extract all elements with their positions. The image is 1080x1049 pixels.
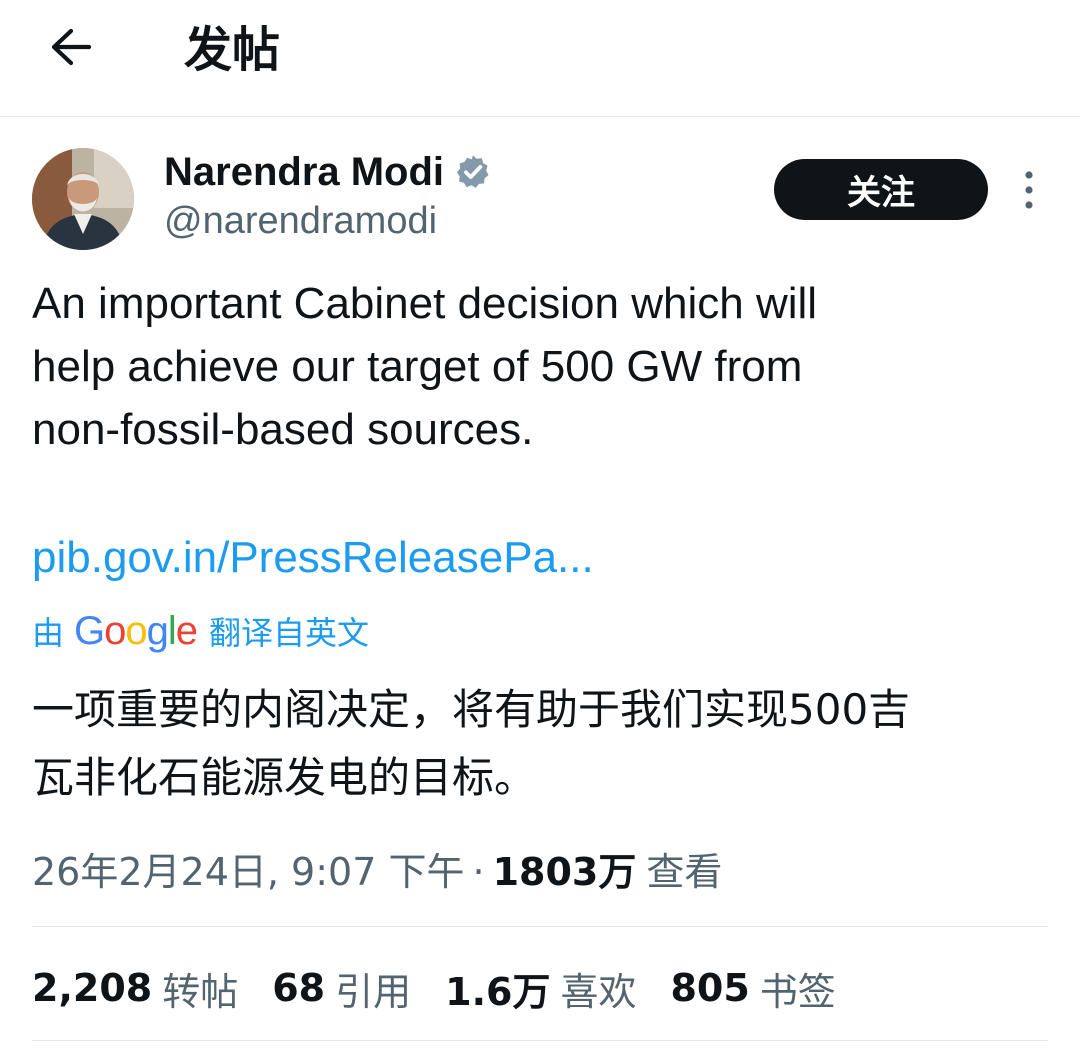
reposts-label: 转帖 (162, 969, 239, 1014)
likes-stat[interactable]: 1.6万 喜欢 (445, 961, 636, 1016)
avatar-image (32, 148, 134, 250)
post-text-line: help achieve our target of 500 GW from (32, 342, 803, 391)
post-timestamp[interactable]: 26年2月24日, 9:07 下午 (32, 846, 464, 898)
bookmarks-label: 书签 (759, 969, 836, 1014)
post-meta: 26年2月24日, 9:07 下午 · 1803万 查看 (32, 846, 722, 898)
top-bar: 发帖 (0, 0, 1080, 117)
reposts-count: 2,208 (32, 966, 153, 1010)
bookmarks-count: 805 (670, 966, 750, 1010)
views-count: 1803万 (492, 850, 637, 894)
avatar[interactable] (32, 148, 134, 250)
divider (32, 1040, 1048, 1041)
translation-prefix: 由 (32, 614, 65, 652)
views-label: 查看 (646, 850, 723, 894)
post-text: An important Cabinet decision which will… (32, 272, 1042, 461)
post-text-line: An important Cabinet decision which will (32, 279, 818, 328)
post-detail-page: 发帖 Narendra Modi @narendramodi 关注 An imp… (0, 0, 1080, 1049)
engagement-stats: 2,208 转帖 68 引用 1.6万 喜欢 805 书签 (32, 962, 870, 1014)
quotes-stat[interactable]: 68 引用 (272, 961, 411, 1016)
author-handle[interactable]: @narendramodi (164, 199, 437, 243)
author-name[interactable]: Narendra Modi (164, 150, 492, 194)
page-title: 发帖 (184, 22, 281, 78)
back-button[interactable] (38, 14, 104, 80)
likes-count: 1.6万 (445, 969, 551, 1014)
translated-text: 一项重要的内阁决定，将有助于我们实现500吉 瓦非化石能源发电的目标。 (32, 676, 1052, 812)
translation-suffix: 翻译自英文 (209, 614, 370, 652)
meta-separator: · (472, 850, 485, 894)
quotes-count: 68 (272, 966, 326, 1010)
translated-text-line: 瓦非化石能源发电的目标。 (32, 753, 537, 802)
post-link[interactable]: pib.gov.in/PressReleasePa... (32, 526, 594, 589)
arrow-left-icon (51, 28, 92, 66)
more-vertical-icon (1025, 171, 1033, 209)
quotes-label: 引用 (335, 969, 412, 1014)
translated-text-line: 一项重要的内阁决定，将有助于我们实现500吉 (32, 685, 911, 734)
likes-label: 喜欢 (560, 969, 637, 1014)
reposts-stat[interactable]: 2,208 转帖 (32, 961, 238, 1016)
bookmarks-stat[interactable]: 805 书签 (670, 961, 835, 1016)
follow-button[interactable]: 关注 (774, 159, 988, 220)
post-text-line: non-fossil-based sources. (32, 405, 534, 454)
author-name-text: Narendra Modi (164, 150, 445, 194)
divider (32, 926, 1048, 927)
google-logo: Google (74, 608, 198, 653)
verified-badge-icon (456, 155, 489, 188)
translation-attribution[interactable]: 由 Google 翻译自英文 (32, 606, 369, 656)
more-options-button[interactable] (1010, 166, 1048, 214)
